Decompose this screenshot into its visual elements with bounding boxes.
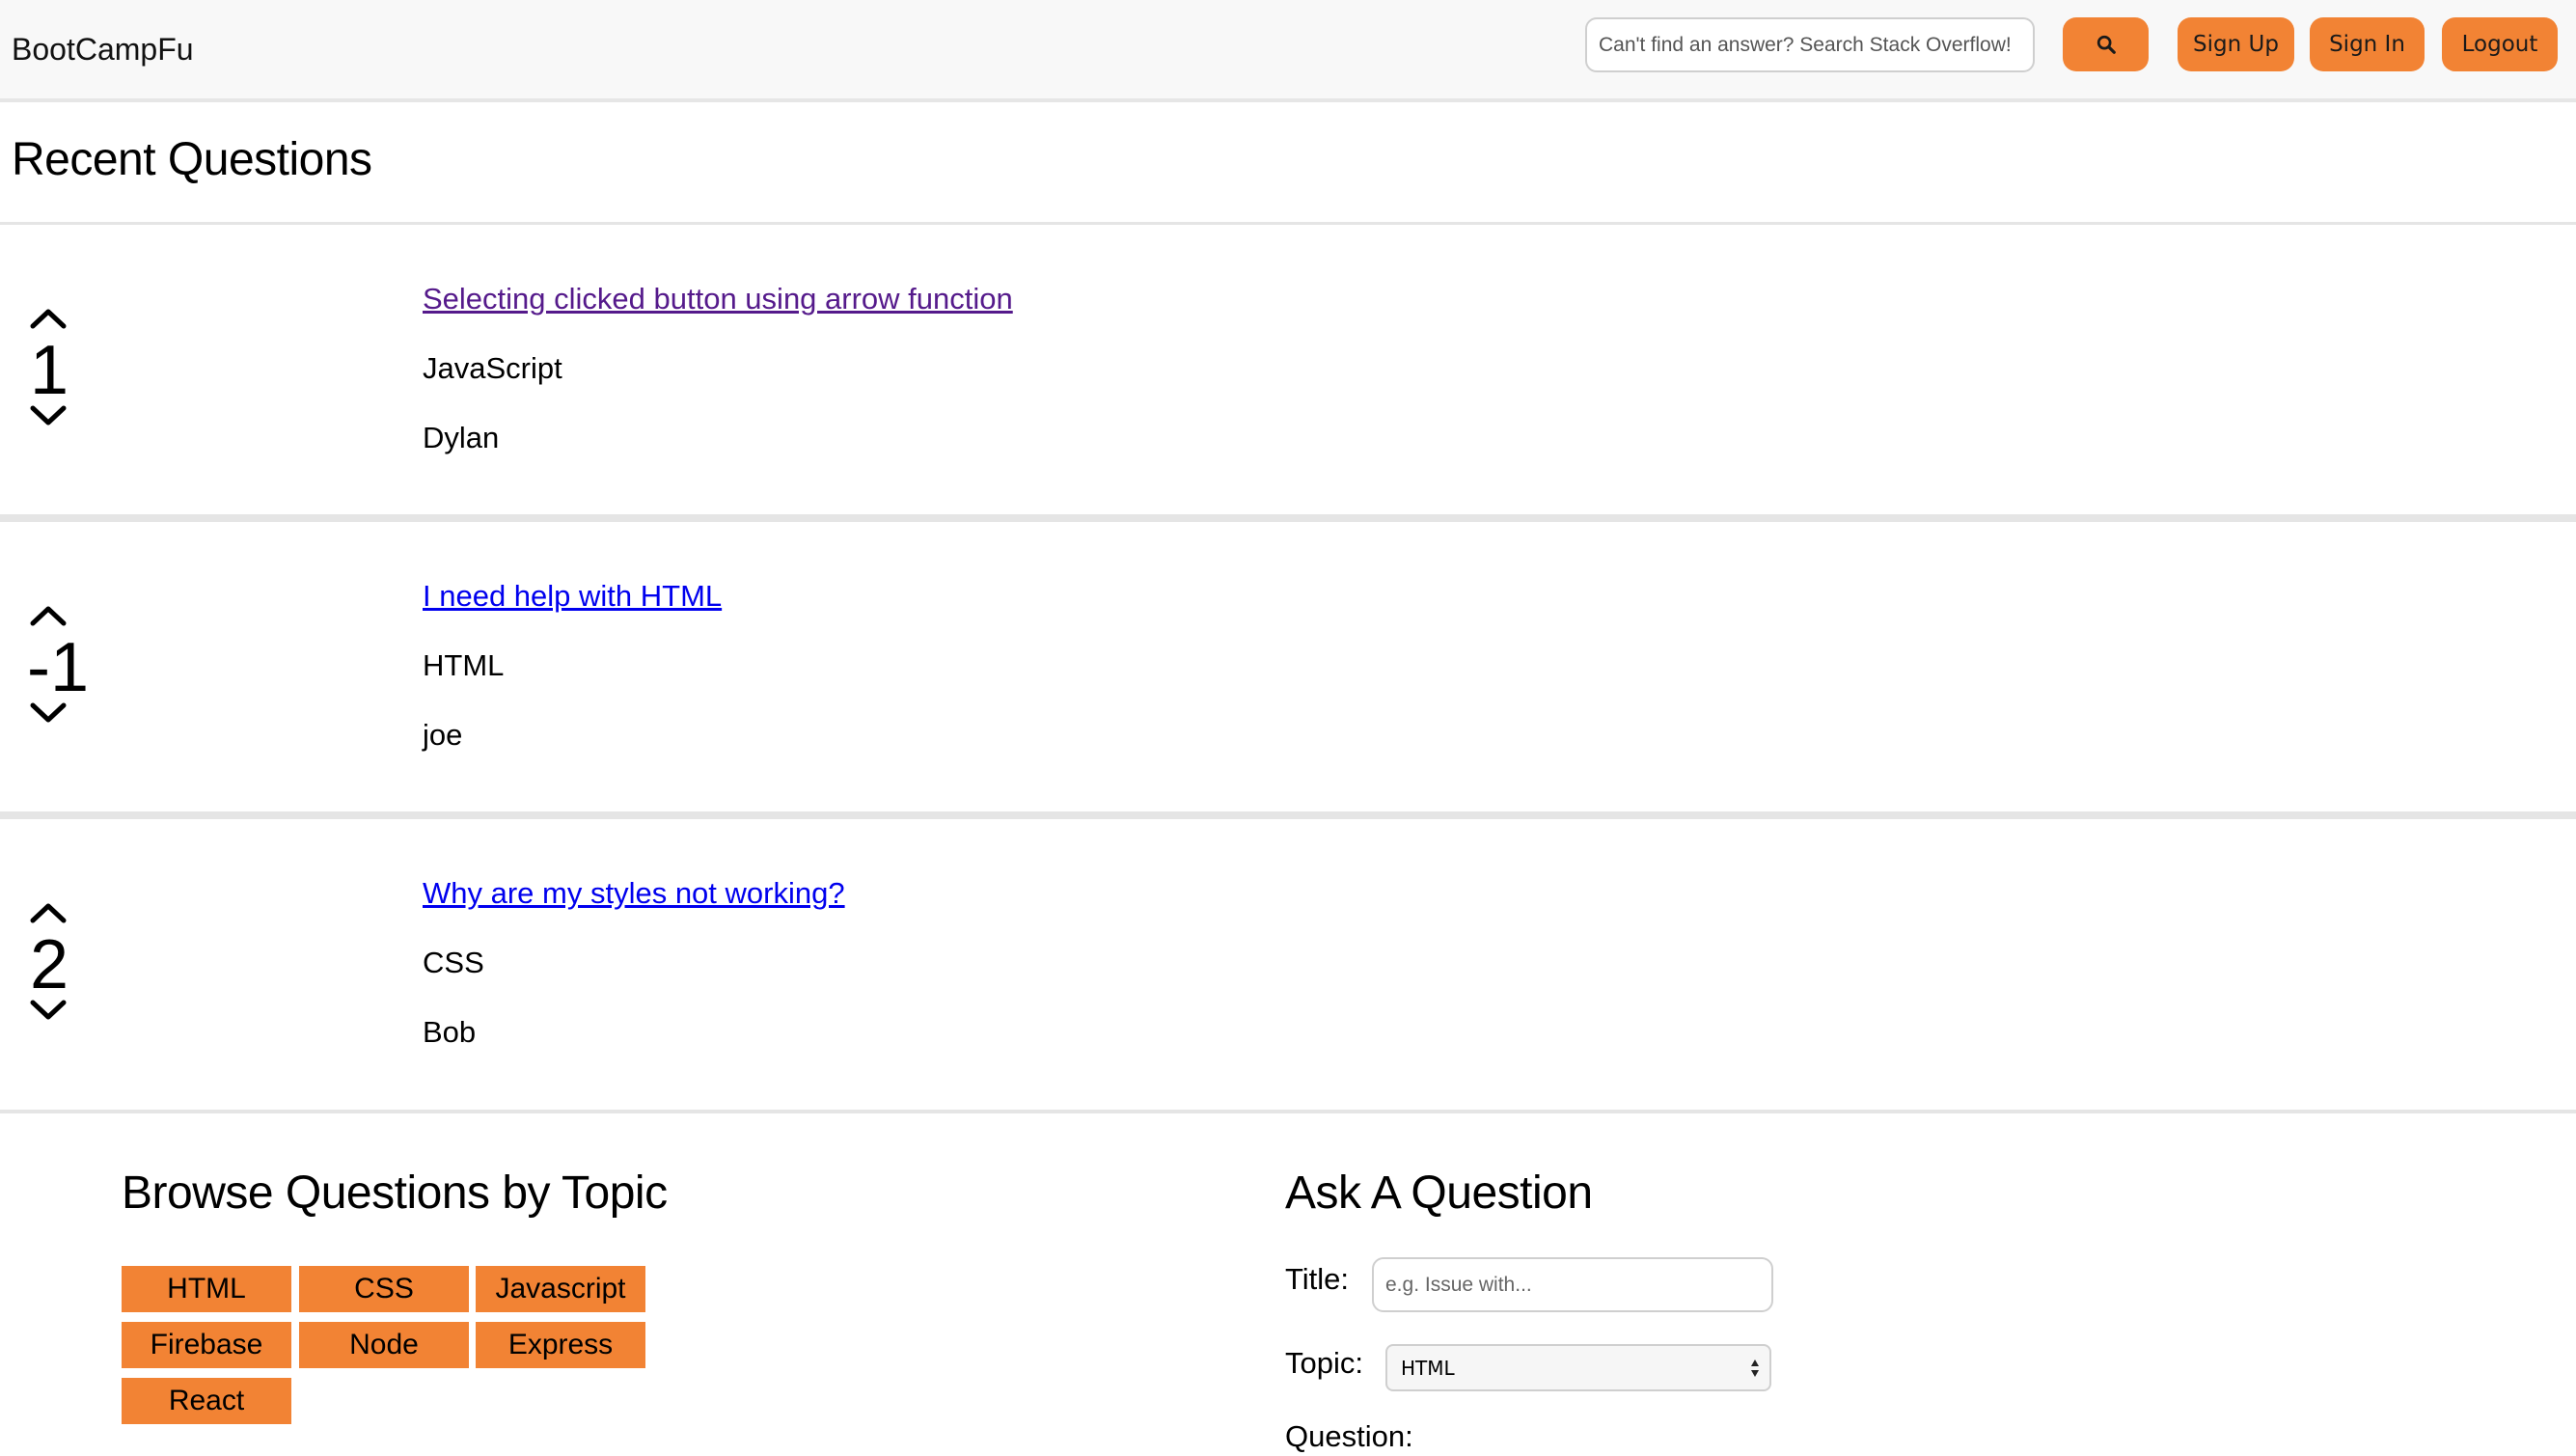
question-author: joe [423, 718, 463, 752]
topic-select[interactable]: HTML [1385, 1344, 1771, 1391]
topic-label: Topic: [1285, 1346, 1363, 1380]
question-topic: HTML [423, 648, 505, 682]
vote-controls: 1 [27, 225, 71, 514]
question-topic: JavaScript [423, 351, 562, 385]
topic-button-javascript[interactable]: Javascript [476, 1266, 645, 1312]
topic-button-html[interactable]: HTML [122, 1266, 291, 1312]
question-card: -1 I need help with HTML HTML joe [0, 522, 2576, 811]
question-divider [0, 514, 2576, 522]
topic-button-express[interactable]: Express [476, 1322, 645, 1368]
sign-in-button[interactable]: Sign In [2310, 17, 2425, 71]
search-icon [2096, 35, 2116, 54]
vote-score: 1 [29, 332, 69, 409]
ask-question-heading: Ask A Question [1285, 1168, 1593, 1219]
vote-score: -1 [27, 629, 90, 706]
topic-button-node[interactable]: Node [299, 1322, 469, 1368]
question-topic: CSS [423, 946, 484, 979]
upvote-chevron-icon[interactable] [29, 604, 68, 627]
browse-topics-heading: Browse Questions by Topic [122, 1168, 668, 1219]
sign-up-button[interactable]: Sign Up [2178, 17, 2294, 71]
title-label: Title: [1285, 1262, 1350, 1296]
question-author: Dylan [423, 421, 500, 454]
vote-controls: 2 [27, 819, 71, 1109]
search-input[interactable] [1585, 17, 2035, 72]
question-title-link[interactable]: Why are my styles not working? [423, 874, 845, 913]
logout-button[interactable]: Logout [2442, 17, 2558, 71]
downvote-chevron-icon[interactable] [29, 404, 68, 427]
question-card: 1 Selecting clicked button using arrow fu… [0, 225, 2576, 514]
downvote-chevron-icon[interactable] [29, 999, 68, 1022]
topic-button-react[interactable]: React [122, 1378, 291, 1424]
question-label: Question: [1285, 1419, 1413, 1453]
search-button[interactable] [2063, 17, 2149, 71]
topic-select-value: HTML [1401, 1356, 1455, 1380]
divider [0, 1110, 2576, 1113]
navbar: BootCampFu Sign Up Sign In Logout [0, 0, 2576, 102]
question-author: Bob [423, 1015, 477, 1049]
topic-button-firebase[interactable]: Firebase [122, 1322, 291, 1368]
recent-questions-heading: Recent Questions [12, 134, 372, 185]
select-arrows-icon [1751, 1360, 1759, 1377]
question-divider [0, 811, 2576, 819]
vote-score: 2 [29, 926, 69, 1003]
upvote-chevron-icon[interactable] [29, 901, 68, 924]
question-title-link[interactable]: Selecting clicked button using arrow fun… [423, 280, 1013, 318]
vote-controls: -1 [27, 522, 90, 811]
question-card: 2 Why are my styles not working? CSS Bob [0, 819, 2576, 1109]
question-title-input[interactable] [1372, 1257, 1773, 1312]
brand-logo[interactable]: BootCampFu [12, 28, 194, 70]
topic-button-css[interactable]: CSS [299, 1266, 469, 1312]
downvote-chevron-icon[interactable] [29, 701, 68, 725]
question-title-link[interactable]: I need help with HTML [423, 577, 722, 616]
upvote-chevron-icon[interactable] [29, 307, 68, 330]
